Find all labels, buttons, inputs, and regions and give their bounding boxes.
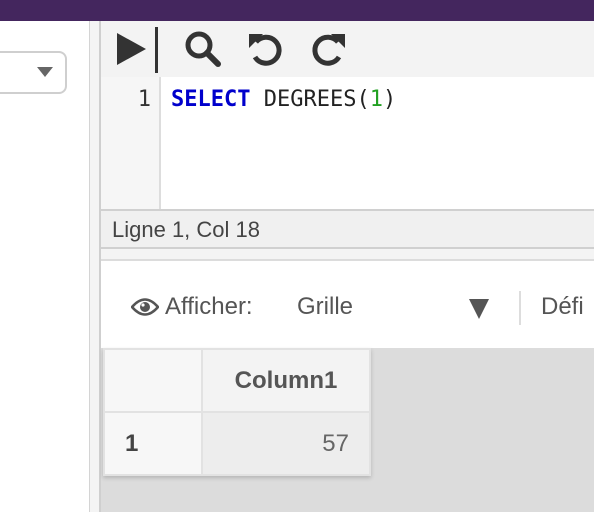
status-bar: Ligne 1, Col 18: [101, 209, 594, 249]
search-icon: [185, 31, 221, 67]
data-cell[interactable]: 57: [201, 411, 371, 476]
sql-paren: ): [382, 87, 397, 112]
panel-splitter[interactable]: [89, 21, 101, 512]
main-panel: 1 SELECT DEGREES(1) Ligne 1, Col 18 Affi…: [101, 21, 594, 512]
search-button[interactable]: [181, 27, 225, 71]
table-row: 1 57: [103, 411, 371, 476]
cursor-position: Ligne 1, Col 18: [112, 217, 260, 242]
editor-toolbar: [101, 21, 594, 77]
database-select[interactable]: [0, 51, 67, 94]
undo-button[interactable]: [244, 27, 288, 71]
line-gutter: 1: [101, 77, 161, 209]
row-number: 1: [103, 411, 203, 476]
chevron-down-icon: [37, 67, 53, 77]
eye-icon: [131, 298, 159, 316]
code-line[interactable]: SELECT DEGREES(1): [171, 87, 396, 112]
corner-cell: [103, 348, 203, 413]
header-row: Column1: [103, 348, 371, 413]
top-bar: [0, 0, 594, 21]
sql-keyword: SELECT: [171, 87, 251, 112]
sql-editor[interactable]: 1 SELECT DEGREES(1): [101, 77, 594, 209]
left-panel: [0, 21, 89, 512]
undo-icon: [249, 34, 282, 66]
sql-number: 1: [369, 87, 383, 112]
redo-icon: [312, 34, 345, 66]
caret-down-icon[interactable]: [469, 299, 489, 319]
toolbar-divider: [519, 291, 521, 325]
toolbar-divider: [155, 27, 158, 73]
define-button[interactable]: Défi: [541, 293, 584, 321]
redo-button[interactable]: [306, 27, 350, 71]
play-icon: [117, 33, 146, 65]
results-table: Column1 1 57: [103, 348, 371, 476]
view-label: Afficher:: [165, 293, 253, 320]
line-number: 1: [137, 87, 151, 112]
results-separator: [101, 249, 594, 261]
view-select[interactable]: Grille: [297, 293, 353, 321]
run-button[interactable]: [109, 27, 153, 71]
sql-function: DEGREES(: [250, 87, 370, 112]
column-header[interactable]: Column1: [201, 348, 371, 413]
results-grid-area: Column1 1 57: [101, 348, 594, 512]
results-toolbar: Afficher: Grille Défi: [101, 261, 594, 348]
